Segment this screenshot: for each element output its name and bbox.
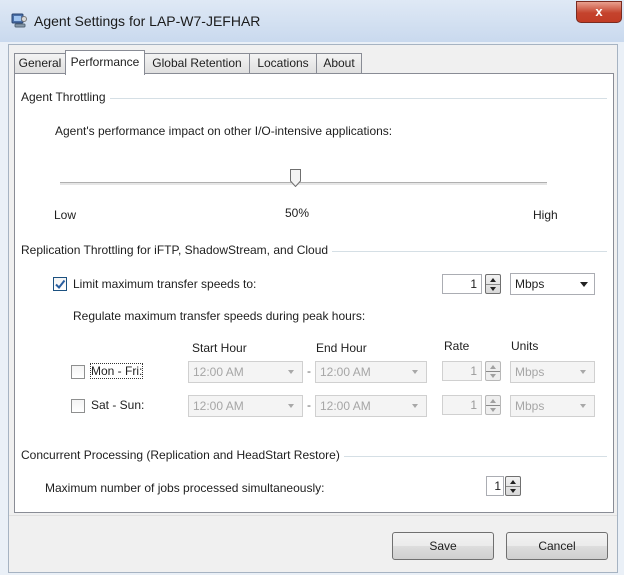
dialog-body: General Performance Global Retention Loc… <box>8 44 618 573</box>
weekend-rate-spinner[interactable] <box>485 395 501 415</box>
weekdays-end-select[interactable]: 12:00 AM <box>315 361 427 383</box>
agent-throttling-heading: Agent Throttling <box>21 90 110 104</box>
spinner-divider <box>486 371 500 372</box>
spin-down-icon[interactable] <box>490 287 496 291</box>
spin-down-icon[interactable] <box>490 408 496 412</box>
weekdays-units-select[interactable]: Mbps <box>510 361 595 383</box>
performance-panel: Agent Throttling Agent's performance imp… <box>14 73 614 513</box>
footer-divider <box>9 515 617 516</box>
spin-up-icon[interactable] <box>490 399 496 403</box>
limit-units-value: Mbps <box>515 277 545 291</box>
weekend-units-value: Mbps <box>515 399 545 413</box>
computer-icon <box>11 13 27 28</box>
spin-down-icon[interactable] <box>490 374 496 378</box>
limit-units-select[interactable]: Mbps <box>510 273 595 295</box>
tab-about[interactable]: About <box>316 53 362 74</box>
spin-down-icon[interactable] <box>510 489 516 493</box>
weekend-end-select[interactable]: 12:00 AM <box>315 395 427 417</box>
end-hour-header: End Hour <box>316 341 367 355</box>
weekdays-units-value: Mbps <box>515 365 545 379</box>
chevron-down-icon <box>288 404 294 408</box>
slider-high-label: High <box>533 208 558 222</box>
weekend-checkbox[interactable] <box>71 399 85 413</box>
range-separator: - <box>307 364 311 378</box>
slider-thumb[interactable] <box>290 169 301 187</box>
peak-hours-label: Regulate maximum transfer speeds during … <box>73 309 366 323</box>
weekend-units-select[interactable]: Mbps <box>510 395 595 417</box>
limit-rate-input[interactable]: 1 <box>442 274 482 294</box>
spinner-divider <box>506 486 520 487</box>
spin-up-icon[interactable] <box>490 278 496 282</box>
chevron-down-icon <box>412 370 418 374</box>
throttling-description: Agent's performance impact on other I/O-… <box>55 124 393 138</box>
spin-up-icon[interactable] <box>490 365 496 369</box>
chevron-down-icon <box>580 370 586 374</box>
slider-track[interactable] <box>60 182 547 186</box>
agent-settings-window: Agent Settings for LAP-W7-JEFHAR x Gener… <box>0 0 624 575</box>
limit-rate-spinner[interactable] <box>485 274 501 294</box>
weekend-end-value: 12:00 AM <box>320 399 371 413</box>
spin-up-icon[interactable] <box>510 480 516 484</box>
limit-speed-label: Limit maximum transfer speeds to: <box>73 277 257 291</box>
start-hour-header: Start Hour <box>192 341 247 355</box>
slider-value-label: 50% <box>285 206 310 220</box>
weekend-start-value: 12:00 AM <box>193 399 244 413</box>
checkmark-icon <box>55 279 66 290</box>
weekend-start-select[interactable]: 12:00 AM <box>188 395 303 417</box>
rate-header: Rate <box>444 339 470 353</box>
max-jobs-label: Maximum number of jobs processed simulta… <box>45 481 325 495</box>
weekdays-end-value: 12:00 AM <box>320 365 371 379</box>
range-separator: - <box>307 398 311 412</box>
weekdays-checkbox[interactable] <box>71 365 85 379</box>
weekend-label: Sat - Sun: <box>91 398 145 412</box>
weekdays-start-select[interactable]: 12:00 AM <box>188 361 303 383</box>
chevron-down-icon <box>288 370 294 374</box>
max-jobs-spinner[interactable] <box>505 476 521 496</box>
tab-global-retention[interactable]: Global Retention <box>144 53 250 74</box>
spinner-divider <box>486 284 500 285</box>
close-button[interactable]: x <box>576 1 622 23</box>
max-jobs-input[interactable]: 1 <box>486 476 504 496</box>
cancel-button[interactable]: Cancel <box>506 532 608 560</box>
title-bar[interactable]: Agent Settings for LAP-W7-JEFHAR x <box>0 0 624 42</box>
tab-locations[interactable]: Locations <box>249 53 317 74</box>
window-title: Agent Settings for LAP-W7-JEFHAR <box>34 13 261 29</box>
chevron-down-icon <box>412 404 418 408</box>
weekdays-rate-input[interactable]: 1 <box>442 361 482 381</box>
concurrent-processing-heading: Concurrent Processing (Replication and H… <box>21 448 344 462</box>
slider-low-label: Low <box>54 208 77 222</box>
tab-general[interactable]: General <box>14 53 66 74</box>
replication-throttling-heading: Replication Throttling for iFTP, ShadowS… <box>21 243 333 257</box>
weekdays-label: Mon - Fri: <box>89 363 144 379</box>
chevron-down-icon <box>580 282 588 287</box>
tab-performance[interactable]: Performance <box>65 50 145 75</box>
weekend-rate-input[interactable]: 1 <box>442 395 482 415</box>
spinner-divider <box>486 405 500 406</box>
chevron-down-icon <box>580 404 586 408</box>
weekdays-rate-spinner[interactable] <box>485 361 501 381</box>
weekdays-start-value: 12:00 AM <box>193 365 244 379</box>
limit-speed-checkbox[interactable] <box>53 277 67 291</box>
units-header: Units <box>511 339 539 353</box>
save-button[interactable]: Save <box>392 532 494 560</box>
